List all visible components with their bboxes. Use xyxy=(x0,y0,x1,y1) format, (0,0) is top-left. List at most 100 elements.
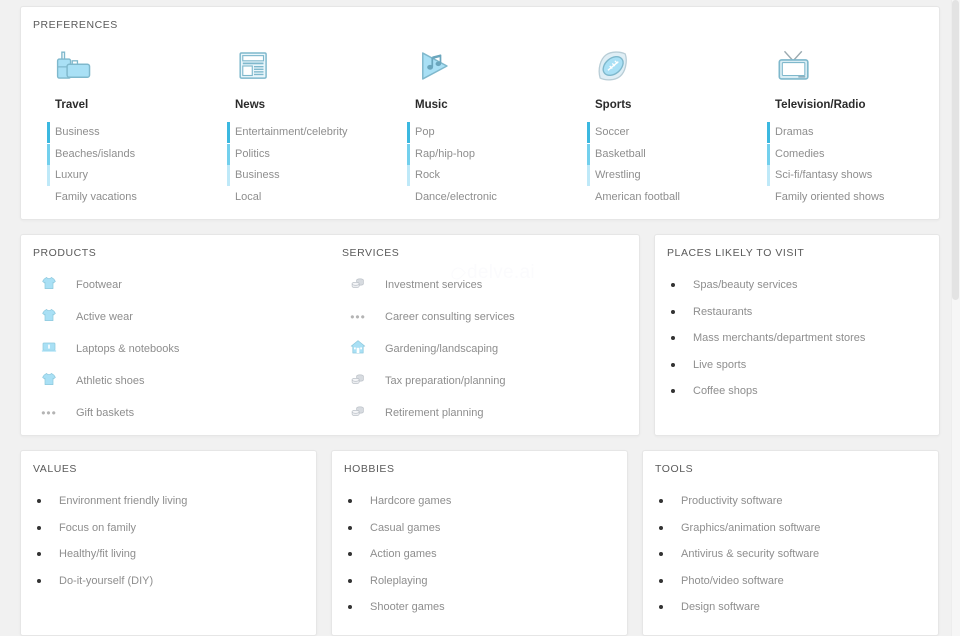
newspaper-icon xyxy=(235,47,273,90)
list-item[interactable]: Shooter games xyxy=(348,594,627,621)
preference-item[interactable]: Soccer xyxy=(571,122,751,144)
preference-item[interactable]: Rap/hip-hop xyxy=(391,143,571,166)
list-item[interactable]: Live sports xyxy=(671,352,939,379)
preference-item[interactable]: Dramas xyxy=(751,122,931,144)
preference-item[interactable]: Politics xyxy=(211,143,391,166)
bottom-row: VALUES Environment friendly living Focus … xyxy=(20,450,946,636)
preference-item[interactable]: Business xyxy=(31,122,211,144)
list-item[interactable]: Productivity software xyxy=(659,488,938,515)
list-item[interactable]: Focus on family xyxy=(37,515,316,542)
preference-item-label: Rock xyxy=(415,169,441,181)
places-card: PLACES LIKELY TO VISIT Spas/beauty servi… xyxy=(654,234,940,436)
list-item[interactable]: Roleplaying xyxy=(348,568,627,595)
list-item[interactable]: Do-it-yourself (DIY) xyxy=(37,568,316,595)
music-play-icon xyxy=(415,47,453,90)
preference-item[interactable]: Sci-fi/fantasy shows xyxy=(751,165,931,187)
list-item[interactable]: Antivirus & security software xyxy=(659,541,938,568)
list-item-label: Productivity software xyxy=(681,495,783,508)
persona-preferences-page: PREFERENCES Travel Business Beaches/island… xyxy=(0,0,960,636)
preference-item[interactable]: Dance/electronic xyxy=(391,187,571,209)
list-item[interactable]: Environment friendly living xyxy=(37,488,316,515)
list-item-label: Casual games xyxy=(370,521,441,534)
list-item-label: Healthy/fit living xyxy=(59,548,137,561)
list-item[interactable]: Action games xyxy=(348,541,627,568)
list-item[interactable]: Investment services xyxy=(342,269,639,301)
preference-category-label: News xyxy=(235,99,266,111)
preference-item[interactable]: Wrestling xyxy=(571,165,751,187)
bullet-icon xyxy=(37,552,41,557)
preference-item-label: Basketball xyxy=(595,147,646,160)
preference-strength-bar xyxy=(227,122,230,143)
preference-item[interactable]: Rock xyxy=(391,165,571,187)
list-item[interactable]: Design software xyxy=(659,594,938,621)
preference-item[interactable]: Family oriented shows xyxy=(751,187,931,209)
list-item[interactable]: Active wear xyxy=(33,301,330,333)
preference-item[interactable]: Basketball xyxy=(571,143,751,166)
preference-item[interactable]: Family vacations xyxy=(31,187,211,209)
list-item-label: Restaurants xyxy=(693,305,753,318)
tshirt-icon xyxy=(41,307,57,328)
list-item[interactable]: Healthy/fit living xyxy=(37,541,316,568)
list-item[interactable]: Restaurants xyxy=(671,299,939,326)
item-icon-slot: ••• xyxy=(33,407,65,419)
list-item-label: Laptops & notebooks xyxy=(76,343,180,355)
list-item-label: Graphics/animation software xyxy=(681,521,821,534)
preference-column: Television/Radio Dramas Comedies Sci-fi/fan… xyxy=(751,31,931,208)
products-section: PRODUCTS Footwear Active wear Laptops & … xyxy=(21,235,330,435)
preference-item[interactable]: Beaches/islands xyxy=(31,143,211,166)
list-item-label: Action games xyxy=(370,548,437,561)
preference-strength-bar xyxy=(407,122,410,143)
vertical-scrollbar[interactable] xyxy=(951,0,960,636)
bullet-icon xyxy=(348,552,352,557)
list-item-label: Antivirus & security software xyxy=(681,548,820,561)
list-item-label: Focus on family xyxy=(59,521,137,534)
preference-item-label: Comedies xyxy=(775,147,825,160)
preference-icon-wrap xyxy=(211,37,391,99)
preference-item[interactable]: American football xyxy=(571,187,751,209)
list-item[interactable]: Athletic shoes xyxy=(33,365,330,397)
list-item-label: Investment services xyxy=(385,279,483,291)
preference-item[interactable]: Local xyxy=(211,187,391,209)
list-item-label: Gardening/landscaping xyxy=(385,343,499,355)
preference-strength-bar xyxy=(227,143,230,165)
list-item[interactable]: Retirement planning xyxy=(342,397,639,429)
preference-item[interactable]: Comedies xyxy=(751,143,931,166)
coins-icon xyxy=(350,371,366,392)
list-item[interactable]: Spas/beauty services xyxy=(671,272,939,299)
list-item[interactable]: Hardcore games xyxy=(348,488,627,515)
preference-item[interactable]: Business xyxy=(211,165,391,187)
list-item-label: Active wear xyxy=(76,311,133,323)
tools-list: Productivity software Graphics/animation … xyxy=(643,475,938,621)
preference-item[interactable]: Luxury xyxy=(31,165,211,187)
suitcase-icon xyxy=(55,47,93,90)
list-item[interactable]: ••• Career consulting services xyxy=(342,301,639,333)
scrollbar-thumb[interactable] xyxy=(952,0,959,300)
list-item[interactable]: Graphics/animation software xyxy=(659,515,938,542)
list-item[interactable]: Coffee shops xyxy=(671,378,939,405)
television-icon xyxy=(775,47,813,90)
bullet-icon xyxy=(348,499,352,504)
list-item[interactable]: Laptops & notebooks xyxy=(33,333,330,365)
preference-item[interactable]: Entertainment/celebrity xyxy=(211,122,391,144)
list-item[interactable]: Mass merchants/department stores xyxy=(671,325,939,352)
list-item[interactable]: Casual games xyxy=(348,515,627,542)
list-item[interactable]: ••• Gift baskets xyxy=(33,397,330,429)
list-item-label: Tax preparation/planning xyxy=(385,375,506,387)
tshirt-icon xyxy=(41,275,57,296)
preference-item[interactable]: Pop xyxy=(391,122,571,144)
list-item-label: Mass merchants/department stores xyxy=(693,332,866,345)
list-item[interactable]: Gardening/landscaping xyxy=(342,333,639,365)
list-item[interactable]: Photo/video software xyxy=(659,568,938,595)
bullet-icon xyxy=(659,605,663,610)
list-item[interactable]: Footwear xyxy=(33,269,330,301)
coins-icon xyxy=(350,403,366,424)
preference-strength-bar xyxy=(47,122,50,143)
bullet-icon xyxy=(671,389,675,394)
places-title: PLACES LIKELY TO VISIT xyxy=(667,247,805,259)
tshirt-icon xyxy=(41,371,57,392)
item-icon-slot xyxy=(33,339,65,360)
list-item[interactable]: Tax preparation/planning xyxy=(342,365,639,397)
bullet-icon xyxy=(659,552,663,557)
preference-icon-wrap xyxy=(391,37,571,99)
list-item-label: Hardcore games xyxy=(370,495,452,508)
